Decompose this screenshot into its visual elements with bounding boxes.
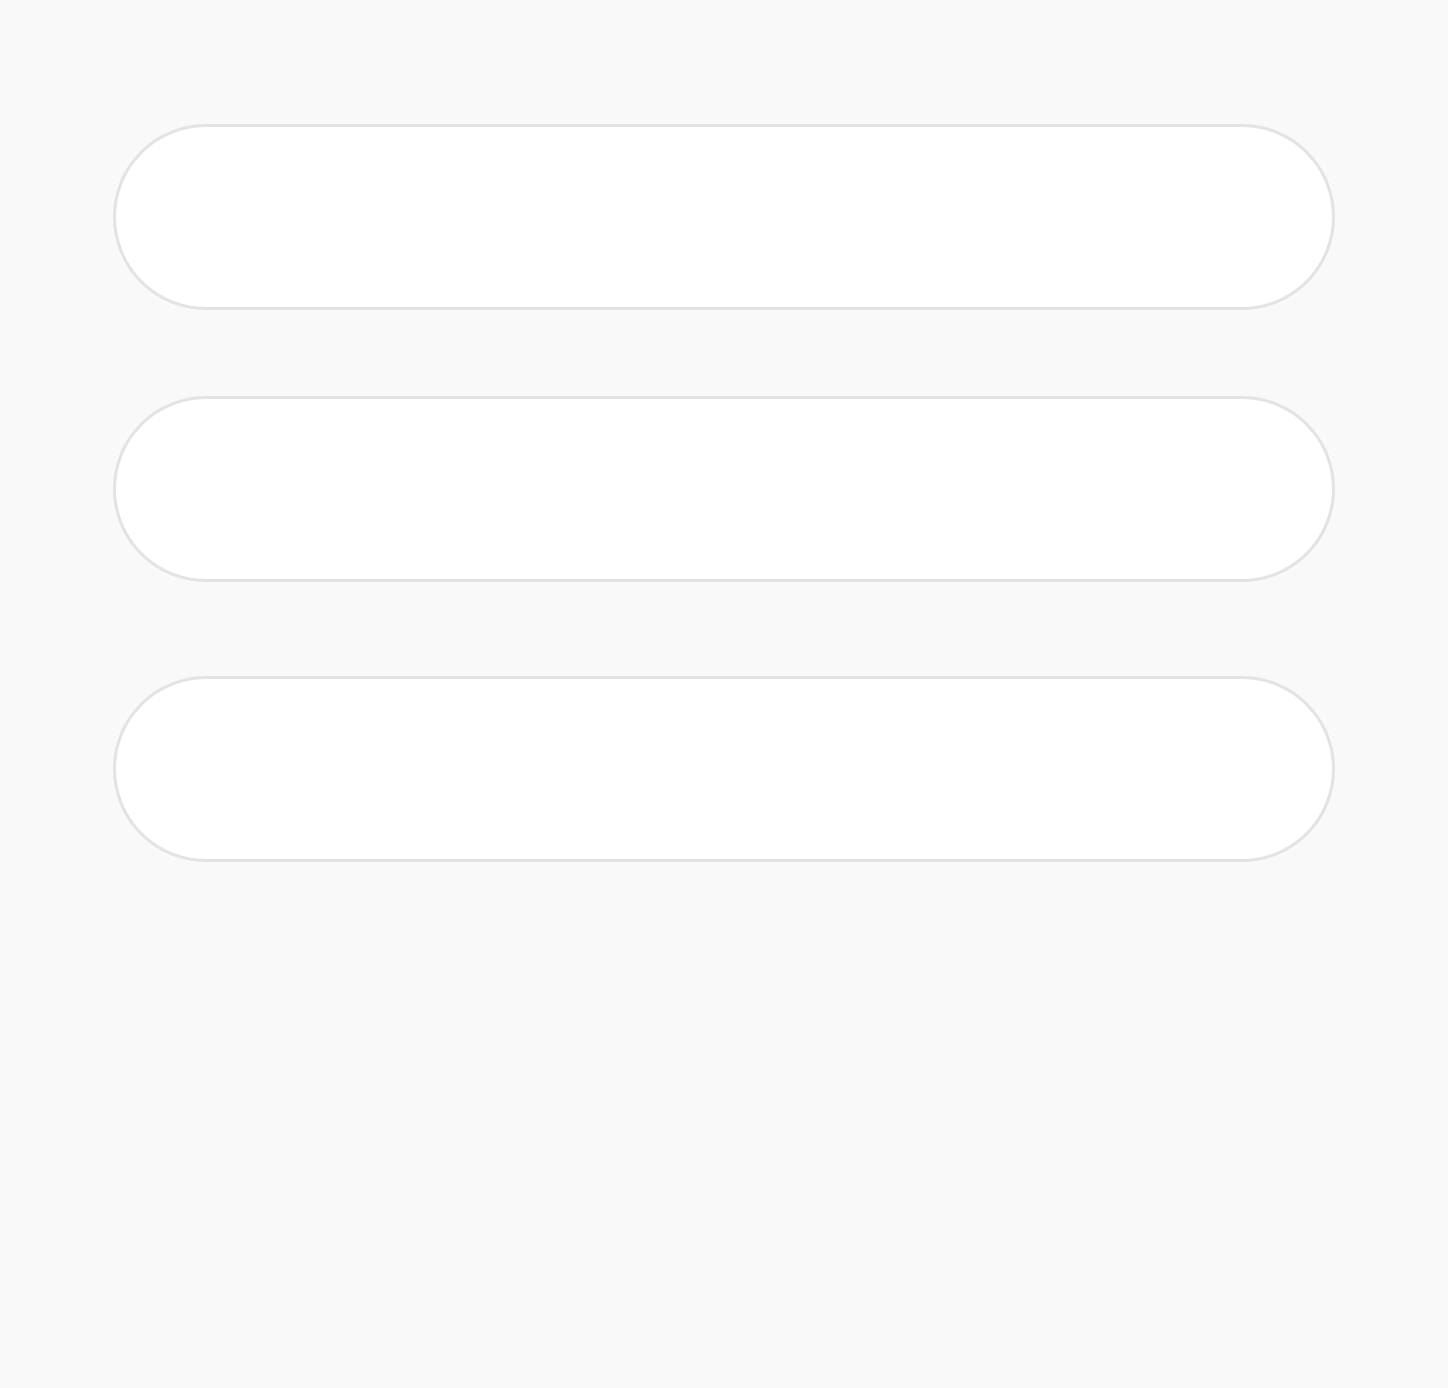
input-field-list [0, 0, 1448, 1388]
text-input-1[interactable] [212, 194, 1236, 240]
text-input-3[interactable] [212, 746, 1236, 792]
pill-input-container-2[interactable] [113, 396, 1335, 582]
pill-input-container-3[interactable] [113, 676, 1335, 862]
pill-input-container-1[interactable] [113, 124, 1335, 310]
text-input-2[interactable] [212, 466, 1236, 512]
